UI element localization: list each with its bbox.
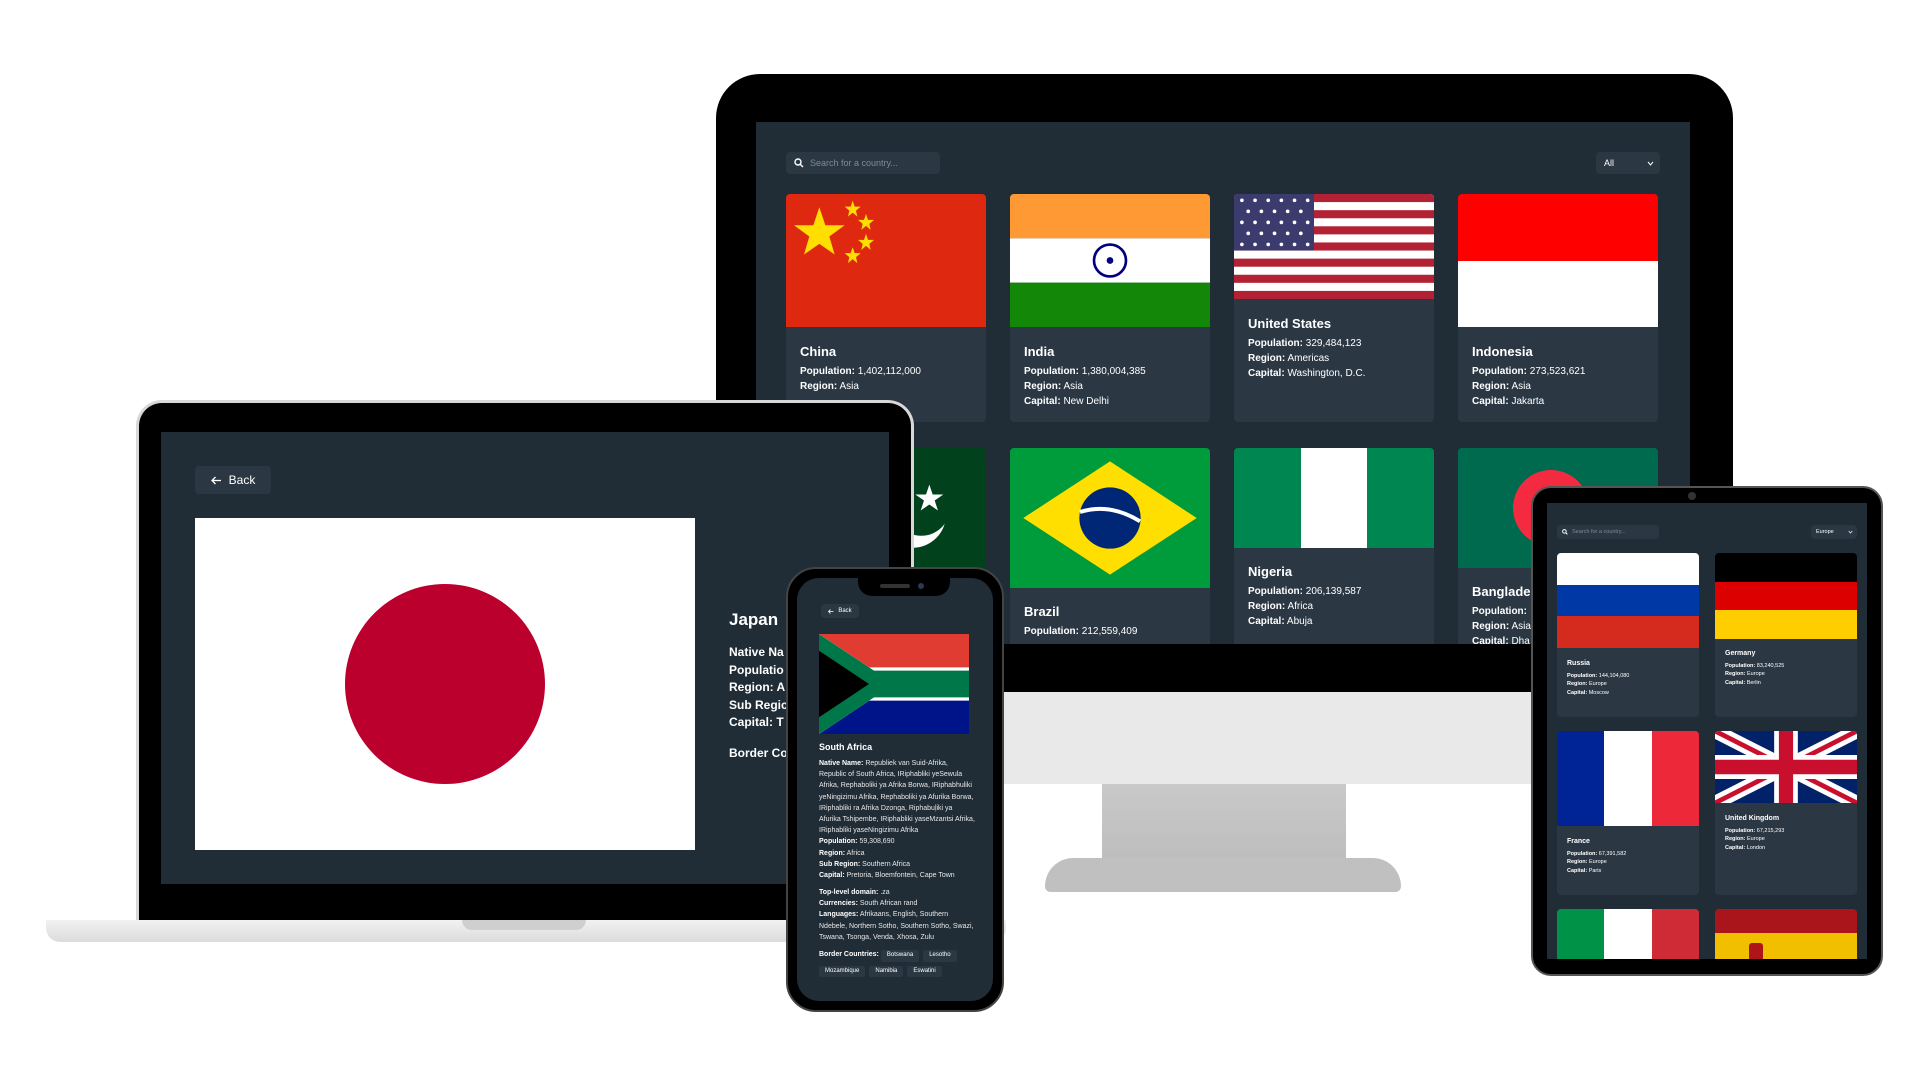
flag-spain [1715,909,1857,959]
country-name: Brazil [1024,604,1060,619]
country-card-united-states[interactable]: United States Population: 329,484,123 Re… [1234,194,1434,422]
flag-south-africa [819,634,969,734]
arrow-left-icon [210,476,221,484]
border-chip[interactable]: Eswatini [907,965,942,978]
flag-united-kingdom [1715,731,1857,803]
border-countries-label: Border Co [729,746,788,760]
filter-value: All [1604,158,1615,168]
country-card-france[interactable]: France Population: 67,391,582 Region: Eu… [1557,731,1699,895]
flag-nigeria [1234,448,1434,548]
flag-russia [1557,553,1699,648]
tablet-camera [1688,492,1696,500]
flag-france [1557,731,1699,826]
phone-speaker [880,584,910,588]
arrow-left-icon [828,608,834,614]
phone-screen: Back South Africa Native Name: Republiek… [797,578,993,1001]
country-name: Russia [1567,660,1590,667]
search-placeholder: Search for a country... [810,158,898,168]
country-card-united-kingdom[interactable]: United Kingdom Population: 67,215,293 Re… [1715,731,1857,895]
country-info: Population: 1,402,112,000 Region: Asia [800,366,921,392]
flag-italy [1557,909,1699,959]
country-name: India [1024,344,1055,359]
country-info: Population: 67,391,582 Region: Europe Ca… [1567,851,1627,874]
country-info: Population: 144,104,080 Region: Europe C… [1567,673,1630,696]
country-name: France [1567,838,1590,845]
flag-india [1010,194,1210,327]
laptop-notch [462,920,586,930]
flag-japan [195,518,695,850]
country-info: Population: 1,380,004,385 Region: Asia C… [1024,366,1146,407]
border-chip[interactable]: Lesotho [923,950,957,962]
region-filter-select[interactable]: Europe [1811,525,1857,539]
monitor-stand-base [1045,858,1401,892]
border-chip[interactable]: Namibia [869,965,904,978]
phone-camera [918,583,924,589]
country-card-italy[interactable] [1557,909,1699,959]
country-info: Population: Region: Asia Capital: Dha [1472,606,1531,644]
laptop-screen: Back Japan Native Na Populatio Region: A… [161,432,889,884]
country-details: Native Name: Republiek van Suid-Afrika, … [819,758,975,978]
country-card-china[interactable]: China Population: 1,402,112,000 Region: … [786,194,986,422]
country-card-indonesia[interactable]: Indonesia Population: 273,523,621 Region… [1458,194,1658,422]
tablet-screen: Search for a country... Europe Russia Po… [1547,503,1867,959]
country-name: Banglade [1472,584,1531,599]
device-mockup-stage: Search for a country... All China Popula… [0,0,1920,1080]
flag-united-states [1234,194,1434,299]
monitor-stand-neck [1102,784,1346,862]
search-icon [1562,529,1568,535]
country-card-russia[interactable]: Russia Population: 144,104,080 Region: E… [1557,553,1699,717]
region-filter-select[interactable]: All [1596,152,1660,174]
country-info: Population: 67,215,293 Region: Europe Ca… [1725,828,1785,851]
country-card-nigeria[interactable]: Nigeria Population: 206,139,587 Region: … [1234,448,1434,644]
country-card-spain[interactable] [1715,909,1857,959]
search-input[interactable]: Search for a country... [1557,525,1659,539]
country-details: Native Na Populatio Region: A Sub Regic … [729,645,788,729]
border-chip[interactable]: Mozambique [819,965,866,978]
flag-indonesia [1458,194,1658,327]
country-name: China [800,344,837,359]
country-name: Indonesia [1472,344,1533,359]
country-card-germany[interactable]: Germany Population: 83,240,525 Region: E… [1715,553,1857,717]
country-name: United Kingdom [1725,815,1780,822]
country-info: Population: 206,139,587 Region: Africa C… [1248,586,1362,627]
country-card-brazil[interactable]: Brazil Population: 212,559,409 [1010,448,1210,644]
flag-brazil [1010,448,1210,588]
country-name: United States [1248,316,1332,331]
country-info: Population: 273,523,621 Region: Asia Cap… [1472,366,1586,407]
country-info: Population: 83,240,525 Region: Europe Ca… [1725,663,1785,686]
flag-china [786,194,986,327]
border-chip[interactable]: Botswana [880,950,920,962]
country-card-india[interactable]: India Population: 1,380,004,385 Region: … [1010,194,1210,422]
search-icon [794,158,804,168]
country-name: Nigeria [1248,564,1293,579]
chevron-down-icon [1848,530,1853,534]
country-info: Population: 329,484,123 Region: Americas… [1248,338,1366,379]
back-button[interactable]: Back [195,466,271,494]
country-title: Japan [729,610,779,629]
chevron-down-icon [1647,161,1654,166]
country-info: Population: 212,559,409 [1024,626,1138,637]
japan-sun-disc [345,584,545,784]
search-input[interactable]: Search for a country... [786,152,940,174]
back-button[interactable]: Back [821,604,859,618]
flag-germany [1715,553,1857,639]
country-name: Germany [1725,650,1756,657]
country-title: South Africa [819,742,873,752]
